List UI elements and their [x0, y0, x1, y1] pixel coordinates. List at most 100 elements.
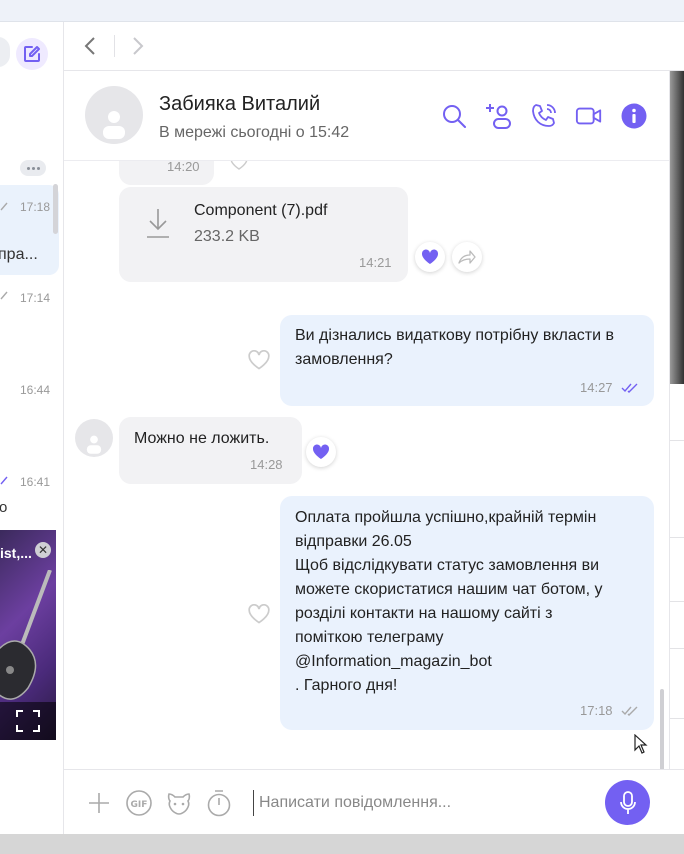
back-arrow-icon: [84, 37, 95, 55]
sidebar-search-pill[interactable]: [0, 37, 10, 67]
message-time: 17:18: [580, 703, 613, 718]
sender-avatar[interactable]: [75, 419, 113, 457]
heart-icon: [248, 350, 270, 370]
search-button[interactable]: [440, 102, 468, 130]
voice-call-icon: [532, 104, 556, 127]
chat-list-item[interactable]: 16:44: [0, 369, 59, 459]
divider: [670, 537, 684, 538]
message-bubble-incoming[interactable]: 14:20: [119, 161, 214, 185]
mouse-cursor: [634, 734, 648, 754]
sticker-icon: [167, 793, 191, 815]
contact-avatar[interactable]: [85, 86, 143, 144]
svg-text:GIF: GIF: [131, 800, 148, 810]
forward-arrow-icon: [133, 37, 144, 55]
window-bottom-edge: [0, 834, 684, 854]
heart-icon: [312, 444, 330, 459]
right-panel-edge: [669, 71, 684, 834]
message-line: Ви дізнались видаткову потрібну вкласти …: [295, 327, 614, 344]
attach-button[interactable]: [85, 789, 113, 817]
guitar-image: [0, 570, 52, 700]
message-time: 14:20: [167, 161, 200, 174]
timer-icon: [207, 790, 231, 817]
forward-button[interactable]: [452, 242, 482, 272]
chat-snippet: о: [0, 499, 7, 516]
double-check-icon: [0, 291, 8, 300]
heart-icon: [248, 604, 270, 624]
add-participant-button[interactable]: [485, 102, 513, 130]
plus-icon: [89, 793, 109, 813]
message-line: відправки 26.05: [295, 533, 412, 550]
voice-call-button[interactable]: [530, 102, 558, 130]
message-bubble-incoming[interactable]: Можно не ложить. 14:28: [119, 417, 302, 484]
heart-icon: [421, 249, 439, 264]
video-ad-player[interactable]: ist,... ✕: [0, 530, 56, 740]
close-icon[interactable]: ✕: [35, 542, 51, 558]
microphone-icon: [619, 790, 636, 814]
bot-handle: @Information_magazin_bot: [295, 653, 492, 670]
chat-list-sidebar: 17:18 пра... 17:14 16:44 16:41 о ist,...…: [0, 22, 64, 834]
message-time: 14:21: [359, 255, 392, 270]
fullscreen-icon[interactable]: [16, 710, 40, 732]
message-line: . Гарного дня!: [295, 677, 398, 694]
video-call-button[interactable]: [575, 102, 603, 130]
panel-media-preview: [670, 71, 684, 384]
message-time: 14:27: [580, 380, 613, 395]
divider: [670, 601, 684, 602]
voice-message-button[interactable]: [605, 780, 650, 825]
double-check-icon: [0, 476, 8, 485]
add-participant-icon: [486, 104, 511, 129]
window-top-strip: [0, 0, 684, 22]
file-size: 233.2 KB: [194, 228, 260, 245]
chat-time: 16:41: [19, 475, 50, 489]
gif-icon: GIF: [126, 790, 152, 816]
download-icon[interactable]: [145, 207, 171, 239]
user-icon: [86, 435, 102, 454]
message-list-scrollbar[interactable]: [660, 689, 664, 771]
message-input[interactable]: Написати повідомлення...: [253, 790, 589, 816]
chat-list-item[interactable]: 16:41 о: [0, 461, 59, 529]
chat-snippet: пра...: [0, 246, 38, 263]
divider: [670, 648, 684, 649]
more-options-button[interactable]: [20, 160, 46, 176]
search-icon: [443, 105, 466, 128]
chat-time: 16:44: [19, 383, 50, 397]
heart-icon: [230, 161, 248, 170]
chat-list-item[interactable]: 17:14: [0, 277, 59, 367]
message-bubble-outgoing[interactable]: Ви дізнались видаткову потрібну вкласти …: [280, 315, 654, 406]
message-line: Оплата пройшла успішно,крайній термін: [295, 509, 597, 526]
forward-button[interactable]: [126, 34, 150, 58]
like-button[interactable]: [306, 437, 336, 467]
divider: [670, 440, 684, 441]
file-message-bubble[interactable]: Component (7).pdf 233.2 KB 14:21: [119, 187, 408, 282]
info-button[interactable]: [620, 102, 648, 130]
chat-list-item[interactable]: 17:18 пра...: [0, 185, 59, 275]
contact-status: В мережі сьогодні о 15:42: [159, 124, 350, 141]
chat-time: 17:18: [19, 200, 50, 214]
message-line: поміткою телеграму: [295, 629, 444, 646]
back-button[interactable]: [78, 34, 102, 58]
file-name[interactable]: Component (7).pdf: [194, 199, 327, 223]
like-button[interactable]: [224, 161, 254, 177]
video-title: ist,...: [0, 545, 32, 561]
compose-button[interactable]: [16, 38, 48, 70]
message-list: 14:20 Component (7).pdf 233.2 KB 14:21 В…: [64, 161, 669, 771]
message-line: Щоб відслідкувати статус замовлення ви: [295, 557, 600, 574]
conversation-header: Забияка Виталий В мережі сьогодні о 15:4…: [64, 71, 669, 161]
double-check-icon: [621, 706, 638, 716]
contact-name[interactable]: Забияка Виталий: [159, 93, 320, 116]
message-bubble-outgoing[interactable]: Оплата пройшла успішно,крайній термін ві…: [280, 496, 654, 730]
like-button[interactable]: [415, 242, 445, 272]
like-button[interactable]: [244, 599, 274, 629]
like-button[interactable]: [244, 345, 274, 375]
message-line: можете скористатися нашим чат ботом, у: [295, 581, 603, 598]
video-controls: [0, 702, 56, 740]
gif-button[interactable]: GIF: [125, 789, 153, 817]
compose-icon: [24, 46, 40, 62]
message-text: Можно не ложить.: [134, 430, 270, 447]
timer-button[interactable]: [205, 789, 233, 817]
video-call-icon: [575, 107, 602, 125]
sticker-button[interactable]: [165, 789, 193, 817]
sidebar-scrollbar[interactable]: [53, 184, 58, 234]
chat-time: 17:14: [19, 291, 50, 305]
message-time: 14:28: [250, 457, 283, 472]
